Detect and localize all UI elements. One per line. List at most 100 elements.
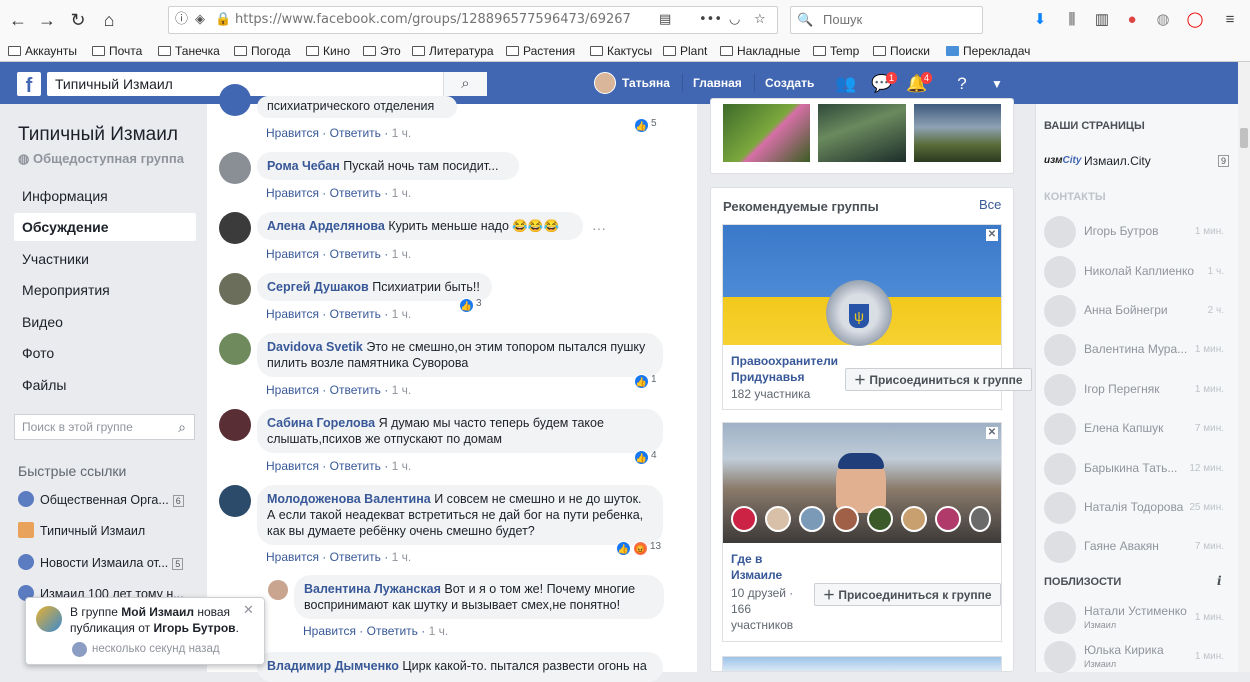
see-all-link[interactable]: Все: [979, 197, 1001, 212]
avatar[interactable]: [219, 212, 251, 244]
join-group-button[interactable]: ＋ Присоединиться к группе: [845, 368, 1032, 391]
bookmark-item[interactable]: Это: [363, 43, 401, 59]
like-link[interactable]: Нравится: [266, 550, 319, 564]
contact-item[interactable]: Натали Устименко Измаил 1 мин.: [1044, 600, 1224, 636]
bookmark-item[interactable]: Temp: [813, 43, 859, 59]
globe-icon[interactable]: ◍: [1153, 10, 1173, 30]
url-text[interactable]: https://www.facebook.com/groups/12889657…: [235, 7, 631, 33]
reply-link[interactable]: Ответить: [330, 550, 381, 564]
bookmark-item[interactable]: Почта: [92, 43, 142, 59]
back-icon[interactable]: ←: [6, 8, 30, 32]
reaction-count[interactable]: 👍 😡 13: [616, 541, 661, 556]
bookmark-star-icon[interactable]: ☆: [754, 7, 766, 33]
comment-author[interactable]: Сергей Душаков: [267, 280, 369, 294]
avatar[interactable]: [765, 506, 791, 532]
avatar[interactable]: [219, 485, 251, 517]
bookmark-item[interactable]: Танечка: [158, 43, 220, 59]
sidebar-icon[interactable]: ▥: [1092, 10, 1112, 30]
reaction-count[interactable]: 👍 4: [634, 450, 657, 465]
avatar[interactable]: [867, 506, 893, 532]
contact-item[interactable]: Николай Каплиенко 1 ч.: [1044, 254, 1224, 290]
photo-thumbnail[interactable]: [723, 104, 810, 162]
home-icon[interactable]: ⌂: [97, 8, 121, 32]
contact-item[interactable]: Гаяне Авакян 7 мин.: [1044, 529, 1224, 565]
group-name[interactable]: Где в Измаиле: [731, 551, 791, 583]
friend-requests-icon[interactable]: 👥: [834, 73, 858, 95]
more-options-icon[interactable]: ···: [592, 220, 606, 236]
group-suggestion[interactable]: [722, 656, 1002, 672]
group-title[interactable]: Типичный Измаил: [18, 124, 178, 146]
contact-item[interactable]: Анна Бойнегри 2 ч.: [1044, 293, 1224, 329]
quick-link[interactable]: Типичный Измаил: [18, 522, 145, 538]
like-link[interactable]: Нравится: [266, 247, 319, 261]
avatar[interactable]: [219, 409, 251, 441]
reply-link[interactable]: Ответить: [330, 247, 381, 261]
like-link[interactable]: Нравится: [266, 459, 319, 473]
browser-search-bar[interactable]: 🔍 Пошук: [790, 6, 983, 34]
reply-link[interactable]: Ответить: [330, 186, 381, 200]
comment-author[interactable]: Рома Чебан: [267, 159, 340, 173]
like-link[interactable]: Нравится: [266, 126, 319, 140]
avatar[interactable]: [901, 506, 927, 532]
group-search-input[interactable]: Поиск в этой группе ⌕: [14, 414, 195, 440]
comment-author[interactable]: Молодоженова Валентина: [267, 492, 431, 506]
forward-icon[interactable]: →: [35, 8, 59, 32]
avatar[interactable]: [219, 152, 251, 184]
nav-files[interactable]: Файлы: [14, 371, 196, 399]
photo-thumbnail[interactable]: [914, 104, 1001, 162]
avatar[interactable]: [731, 506, 757, 532]
nav-photos[interactable]: Фото: [14, 339, 196, 367]
group-name[interactable]: Правоохранители Придунавья: [731, 353, 843, 385]
home-link[interactable]: Главная: [693, 76, 742, 90]
info-icon[interactable]: ⓘ: [175, 7, 188, 33]
download-icon[interactable]: ⬇: [1030, 10, 1050, 30]
contact-item[interactable]: Игорь Бутров 1 мин.: [1044, 214, 1224, 250]
reply-link[interactable]: Ответить: [330, 126, 381, 140]
bookmark-item[interactable]: Накладные: [720, 43, 800, 59]
quick-link[interactable]: Новости Измаила от... 5: [18, 554, 184, 570]
bookmark-item[interactable]: Перекладач: [946, 43, 1030, 59]
nav-videos[interactable]: Видео: [14, 308, 196, 336]
contact-item[interactable]: Валентина Мура... 1 мин.: [1044, 332, 1224, 368]
reply-link[interactable]: Ответить: [367, 624, 418, 638]
avatar[interactable]: [219, 273, 251, 305]
library-icon[interactable]: ⫼: [1062, 10, 1082, 30]
facebook-logo[interactable]: f: [17, 72, 41, 97]
page-scrollbar[interactable]: [1238, 62, 1250, 672]
close-icon[interactable]: ✕: [986, 229, 998, 241]
reaction-count[interactable]: 👍 1: [634, 374, 657, 389]
avatar[interactable]: [219, 84, 251, 116]
bookmark-item[interactable]: Растения: [506, 43, 575, 59]
contact-item[interactable]: Наталія Тодорова 25 мин.: [1044, 490, 1224, 526]
photo-thumbnail[interactable]: [818, 104, 906, 162]
opera-icon[interactable]: ◯: [1185, 10, 1205, 30]
more-actions-icon[interactable]: •••: [699, 7, 722, 33]
like-link[interactable]: Нравится: [266, 383, 319, 397]
like-link[interactable]: Нравится: [266, 307, 319, 321]
close-icon[interactable]: ✕: [243, 602, 254, 618]
scrollbar-thumb[interactable]: [1240, 128, 1248, 148]
comment-author[interactable]: Сабина Горелова: [267, 416, 375, 430]
extension-icon[interactable]: ●: [1122, 10, 1142, 30]
reader-view-icon[interactable]: ▤: [659, 7, 671, 33]
bookmark-item[interactable]: Литература: [412, 43, 494, 59]
facebook-search-input[interactable]: Типичный Измаил: [47, 72, 487, 96]
comment-author[interactable]: Алена Арделянова: [267, 219, 385, 233]
profile-link[interactable]: Татьяна: [622, 76, 670, 90]
avatar[interactable]: [969, 506, 991, 532]
bookmark-item[interactable]: Кино: [306, 43, 350, 59]
avatar[interactable]: [594, 72, 616, 94]
like-link[interactable]: Нравится: [266, 186, 319, 200]
reply-link[interactable]: Ответить: [330, 459, 381, 473]
avatar[interactable]: [799, 506, 825, 532]
chevron-down-icon[interactable]: ▼: [985, 73, 1009, 95]
close-icon[interactable]: ✕: [986, 427, 998, 439]
comment-author[interactable]: Валентина Лужанская: [304, 582, 441, 596]
shield-icon[interactable]: ◈: [195, 7, 205, 33]
bookmark-item[interactable]: Погода: [234, 43, 291, 59]
comment-author[interactable]: Владимир Дымченко: [267, 659, 399, 673]
nav-members[interactable]: Участники: [14, 245, 196, 273]
search-icon[interactable]: ⌕: [178, 415, 186, 439]
avatar[interactable]: [268, 580, 288, 600]
create-link[interactable]: Создать: [765, 76, 814, 90]
